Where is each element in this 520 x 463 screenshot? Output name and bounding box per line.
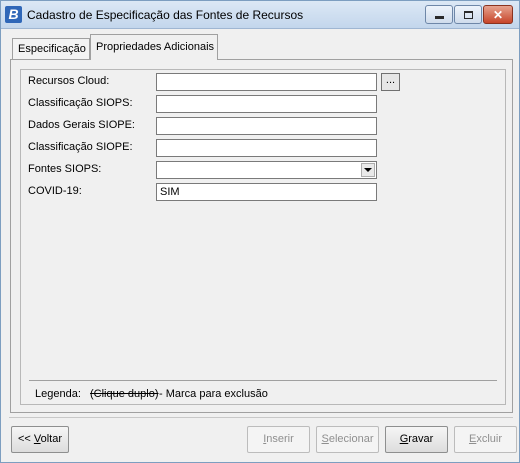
recursos-cloud-field[interactable] [156, 73, 377, 91]
maximize-button[interactable] [454, 5, 482, 24]
inserir-button[interactable]: Inserir [247, 426, 310, 453]
legend-description: - Marca para exclusão [159, 388, 268, 400]
classificacao-siops-label: Classificação SIOPS: [28, 97, 133, 109]
legend-double-click: (Clique duplo) [90, 388, 159, 400]
recursos-cloud-label: Recursos Cloud: [28, 75, 110, 87]
classificacao-siops-field[interactable] [156, 95, 377, 113]
tab-panel-propriedades: Recursos Cloud: ... Classificação SIOPS:… [10, 59, 513, 413]
tab-propriedades-adicionais[interactable]: Propriedades Adicionais [90, 34, 218, 60]
dados-gerais-siope-label: Dados Gerais SIOPE: [28, 119, 135, 131]
properties-group: Recursos Cloud: ... Classificação SIOPS:… [20, 69, 506, 405]
classificacao-siope-field[interactable] [156, 139, 377, 157]
legend-divider [29, 380, 497, 381]
fontes-siops-label: Fontes SIOPS: [28, 163, 102, 175]
classificacao-siope-label: Classificação SIOPE: [28, 141, 133, 153]
selecionar-button[interactable]: Selecionar [316, 426, 379, 453]
maximize-icon [463, 10, 473, 19]
footer-divider [9, 417, 513, 418]
close-icon: ✕ [492, 7, 504, 22]
window-title: Cadastro de Especificação das Fontes de … [27, 8, 304, 22]
title-bar[interactable]: B Cadastro de Especificação das Fontes d… [1, 1, 519, 29]
dropdown-arrow-icon[interactable] [361, 163, 375, 177]
tab-especificacao[interactable]: Especificação [12, 38, 90, 60]
main-window: B Cadastro de Especificação das Fontes d… [0, 0, 520, 463]
recursos-cloud-browse-button[interactable]: ... [381, 73, 400, 91]
legend-label: Legenda: [35, 388, 81, 400]
minimize-icon [434, 15, 444, 19]
covid19-label: COVID-19: [28, 185, 82, 197]
app-logo-icon: B [5, 6, 22, 23]
voltar-button[interactable]: << Voltar [11, 426, 69, 453]
minimize-button[interactable] [425, 5, 453, 24]
covid19-field[interactable]: SIM [156, 183, 377, 201]
excluir-button[interactable]: Excluir [454, 426, 517, 453]
close-button[interactable]: ✕ [483, 5, 513, 24]
fontes-siops-select[interactable] [156, 161, 377, 179]
gravar-button[interactable]: Gravar [385, 426, 448, 453]
dados-gerais-siope-field[interactable] [156, 117, 377, 135]
